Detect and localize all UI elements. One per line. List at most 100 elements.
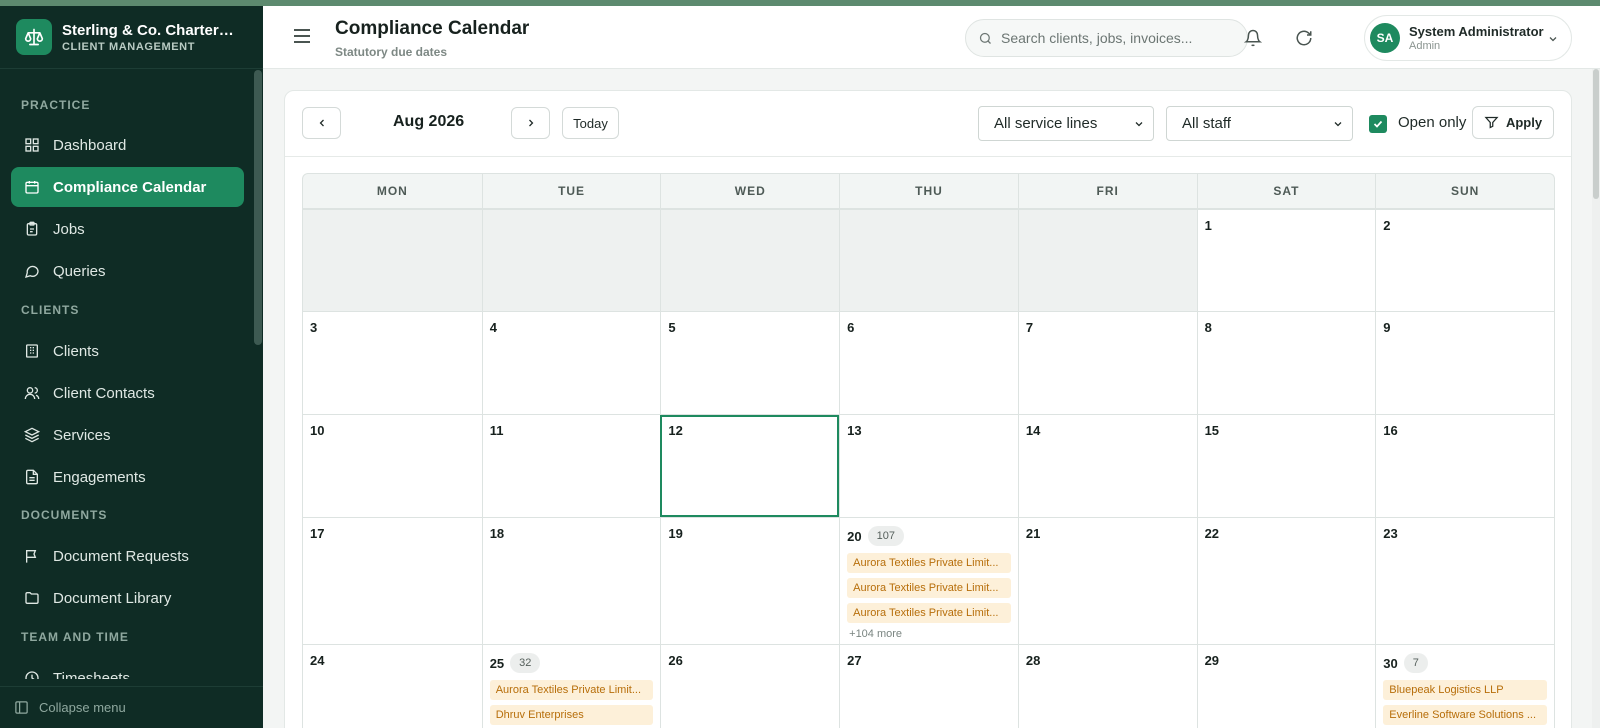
users-icon [23,384,41,402]
calendar-day[interactable]: 11 [481,415,661,517]
page-scrollbar[interactable] [1592,69,1600,728]
weekday-label: SUN [1375,174,1554,208]
open-only-label[interactable]: Open only [1398,114,1466,131]
weekday-label: WED [660,174,839,208]
calendar-day[interactable]: 20 107 Aurora Textiles Private Limit... … [839,518,1018,644]
day-number: 5 [668,320,676,335]
sidebar-item-jobs[interactable]: Jobs [11,209,244,249]
calendar-day[interactable]: 14 [1017,415,1197,517]
sidebar-item-label: Clients [53,342,99,360]
sidebar-item-engagements[interactable]: Engagements [11,457,244,497]
calendar-day[interactable]: 13 [839,415,1018,517]
today-button[interactable]: Today [562,107,619,139]
file-text-icon [23,468,41,486]
sidebar-item-queries[interactable]: Queries [11,251,244,291]
day-header: 20 107 [847,526,1011,546]
clipboard-icon [23,220,41,238]
calendar-day-empty [303,210,482,311]
day-number: 6 [847,320,855,335]
sidebar-item-client-contacts[interactable]: Client Contacts [11,373,244,413]
building-icon [23,342,41,360]
sidebar-item-clients[interactable]: Clients [11,331,244,371]
next-month-button[interactable] [511,107,550,139]
day-number: 16 [1383,423,1398,438]
calendar-day[interactable]: 18 [481,518,661,644]
apply-button[interactable]: Apply [1472,106,1554,139]
calendar-event[interactable]: Aurora Textiles Private Limit... [847,603,1011,623]
day-number: 14 [1025,423,1041,438]
sidebar-item-compliance-calendar[interactable]: Compliance Calendar [11,167,244,207]
calendar-day[interactable]: 9 [1375,312,1554,414]
calendar-event[interactable]: Aurora Textiles Private Limit... [847,553,1011,573]
day-number: 20 [847,528,862,544]
search-box[interactable] [965,19,1248,57]
collapse-menu-button[interactable]: Collapse menu [0,686,263,728]
calendar-day[interactable]: 16 [1375,415,1554,517]
service-line-select[interactable]: All service lines [978,106,1154,141]
day-number: 8 [1204,320,1212,335]
day-number: 27 [847,653,862,668]
search-icon [978,31,993,46]
staff-value: All staff [1182,115,1231,132]
calendar-event[interactable]: Bluepeak Logistics LLP [1383,680,1547,700]
calendar-day[interactable]: 30 7 Bluepeak Logistics LLP Everline Sof… [1375,645,1554,728]
calendar-day[interactable]: 10 [303,415,482,517]
calendar-day[interactable]: 6 [839,312,1018,414]
sidebar-item-dashboard[interactable]: Dashboard [11,125,244,165]
menu-icon[interactable] [293,28,311,49]
sidebar-item-label: Queries [53,262,106,280]
more-events-link[interactable]: +104 more [847,628,1011,640]
bell-icon[interactable] [1242,27,1264,49]
page-title: Compliance Calendar [335,18,530,39]
calendar-week: 1 2 [303,209,1554,311]
calendar-event[interactable]: Aurora Textiles Private Limit... [489,680,654,700]
sidebar-item-label: Jobs [53,220,85,238]
day-number: 17 [310,526,325,541]
calendar-day[interactable]: 27 [839,645,1018,728]
user-menu[interactable]: SA System Administrator Admin [1364,15,1572,61]
calendar-day[interactable]: 21 [1017,518,1197,644]
calendar-event[interactable]: Everline Software Solutions ... [1383,705,1547,725]
search-input[interactable] [1001,30,1231,46]
calendar-day[interactable]: 4 [481,312,661,414]
calendar-day[interactable]: 24 [303,645,482,728]
calendar-day-selected[interactable]: 12 [660,415,840,517]
calendar-event[interactable]: Dhruv Enterprises [489,705,654,725]
calendar-day[interactable]: 28 [1017,645,1197,728]
grid-icon [23,136,41,154]
page-scrollbar-thumb[interactable] [1593,69,1599,199]
sidebar-scrollbar[interactable] [254,70,262,345]
refresh-icon[interactable] [1293,27,1315,49]
sidebar-item-timesheets[interactable]: Timesheets [11,658,244,679]
sidebar-toggle-icon [14,700,29,715]
sidebar: Sterling & Co. Chartered ... CLIENT MANA… [0,6,263,728]
calendar-day[interactable]: 17 [303,518,482,644]
calendar-day[interactable]: 23 [1375,518,1554,644]
open-only-checkbox[interactable] [1369,115,1387,133]
folder-icon [23,589,41,607]
day-number: 18 [489,526,505,541]
sidebar-item-document-requests[interactable]: Document Requests [11,536,244,576]
calendar-day[interactable]: 26 [660,645,839,728]
calendar-event[interactable]: Aurora Textiles Private Limit... [847,578,1011,598]
calendar-day[interactable]: 15 [1196,415,1376,517]
calendar-day[interactable]: 3 [303,312,482,414]
sidebar-item-services[interactable]: Services [11,415,244,455]
event-count-badge: 32 [510,653,541,673]
calendar-day[interactable]: 8 [1196,312,1376,414]
calendar-day[interactable]: 25 32 Aurora Textiles Private Limit... D… [481,645,661,728]
sidebar-item-document-library[interactable]: Document Library [11,578,244,618]
calendar-day[interactable]: 5 [660,312,839,414]
service-line-value: All service lines [994,115,1098,132]
calendar-day[interactable]: 19 [660,518,839,644]
calendar-day[interactable]: 29 [1196,645,1376,728]
calendar-day[interactable]: 2 [1375,210,1554,311]
prev-month-button[interactable] [302,107,341,139]
brand[interactable]: Sterling & Co. Chartered ... CLIENT MANA… [0,6,263,69]
day-number: 1 [1204,218,1212,233]
calendar-day[interactable]: 1 [1196,210,1376,311]
calendar-day[interactable]: 22 [1196,518,1376,644]
staff-select[interactable]: All staff [1166,106,1353,141]
layers-icon [23,426,41,444]
calendar-day[interactable]: 7 [1017,312,1197,414]
